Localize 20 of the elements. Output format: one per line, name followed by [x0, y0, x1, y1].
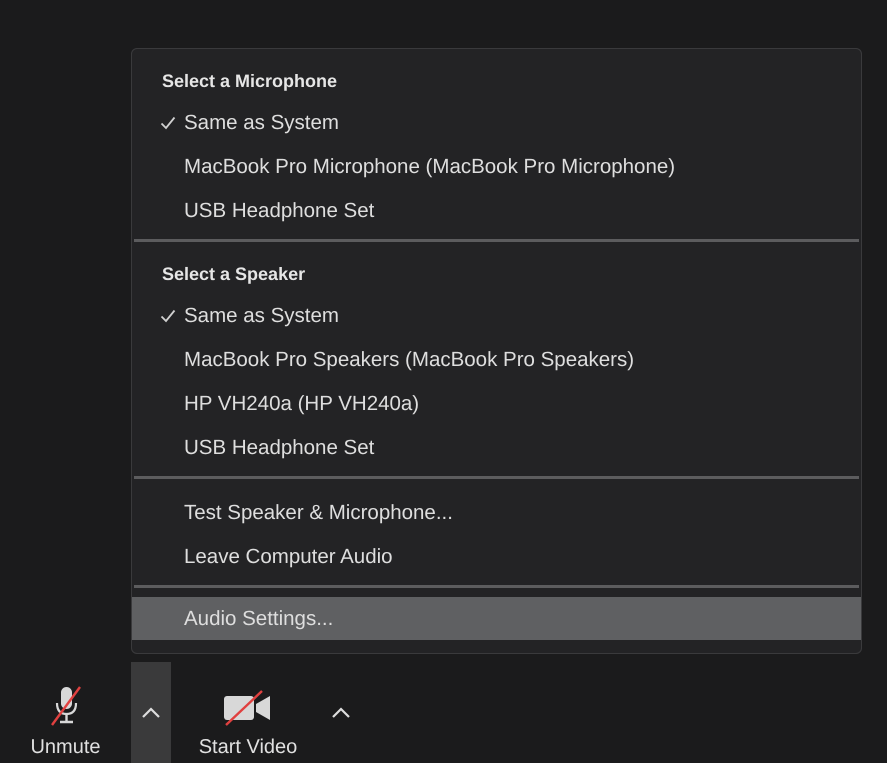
- menu-item[interactable]: MacBook Pro Speakers (MacBook Pro Speakers): [132, 338, 861, 382]
- menu-item[interactable]: Audio Settings...: [132, 597, 861, 640]
- checkmark-icon: [160, 309, 176, 323]
- checkmark-icon: [160, 116, 176, 130]
- caret-icon: [331, 706, 351, 718]
- menu-item[interactable]: USB Headphone Set: [132, 426, 861, 470]
- menu-item[interactable]: HP VH240a (HP VH240a): [132, 382, 861, 426]
- menu-item[interactable]: Leave Computer Audio: [132, 535, 861, 579]
- section-header: Select a Speaker: [162, 264, 306, 284]
- menu-item[interactable]: MacBook Pro Microphone (MacBook Pro Microphone): [132, 145, 861, 189]
- menu-item[interactable]: USB Headphone Set: [132, 189, 861, 233]
- start-video-button[interactable]: Start Video: [175, 662, 321, 763]
- muted-microphone-icon: [50, 686, 82, 726]
- menu-item[interactable]: Test Speaker & Microphone...: [132, 491, 861, 535]
- menu-item[interactable]: Same as System: [132, 294, 861, 338]
- caret-icon: [141, 706, 161, 718]
- section-header: Select a Microphone: [162, 70, 338, 92]
- unmute-button[interactable]: Unmute: [0, 662, 131, 763]
- caret-button[interactable]: [131, 662, 171, 763]
- menu-item[interactable]: Same as System: [132, 101, 861, 145]
